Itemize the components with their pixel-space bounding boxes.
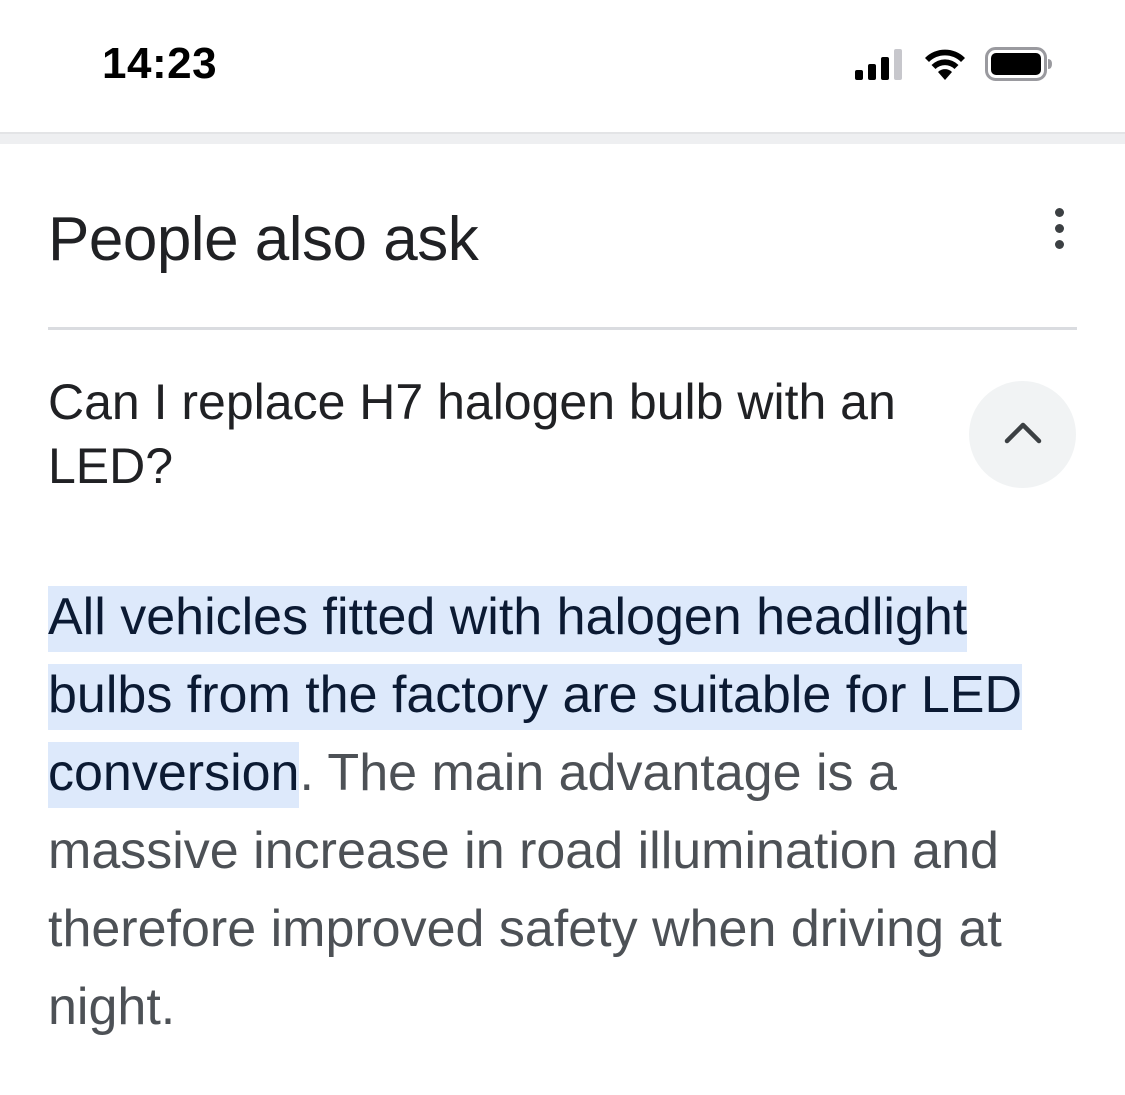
status-icons	[855, 44, 1053, 84]
wifi-icon	[923, 47, 967, 81]
status-bar: 14:23	[0, 0, 1125, 132]
question-text[interactable]: Can I replace H7 halogen bulb with an LE…	[48, 370, 928, 498]
status-time: 14:23	[102, 39, 218, 88]
chevron-up-icon	[1003, 419, 1043, 450]
section-title: People also ask	[48, 205, 479, 274]
status-bar-divider	[0, 132, 1125, 144]
answer-text: All vehicles fitted with halogen headlig…	[48, 578, 1083, 1046]
more-vert-icon	[1054, 207, 1064, 217]
more-vert-icon-dot	[1054, 239, 1064, 249]
battery-icon	[985, 47, 1053, 81]
cellular-signal-icon	[855, 48, 905, 80]
more-options-button[interactable]	[1034, 200, 1084, 256]
more-vert-icon-dot	[1054, 223, 1064, 233]
collapse-button[interactable]	[969, 381, 1076, 488]
section-divider	[48, 327, 1077, 330]
